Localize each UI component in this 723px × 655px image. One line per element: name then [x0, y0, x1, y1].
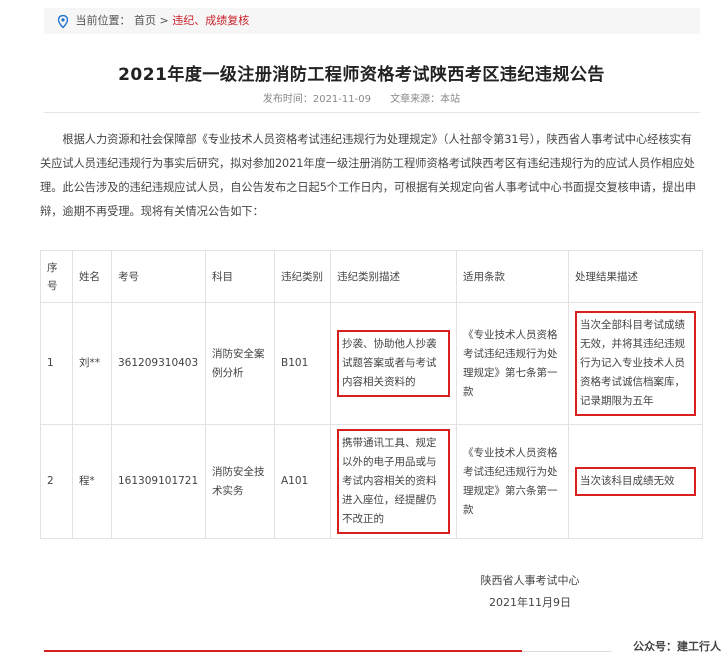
breadcrumb: 当前位置： 首页 > 违纪、成绩复核: [44, 8, 700, 34]
header-seq: 序号: [40, 250, 73, 303]
breadcrumb-prefix: 当前位置：: [75, 14, 131, 27]
highlighted-desc: 携带通讯工具、规定以外的电子用品或与考试内容相关的资料进入座位，经提醒仍不改正的: [337, 429, 450, 534]
cell-name: 刘**: [72, 302, 112, 425]
header-desc: 违纪类别描述: [330, 250, 457, 303]
table-header-row: 序号 姓名 考号 科目 违纪类别 违纪类别描述 适用条款 处理结果描述: [40, 250, 703, 303]
title-divider: [44, 112, 700, 113]
breadcrumb-home-link[interactable]: 首页: [134, 14, 156, 27]
cell-subject: 消防安全技术实务: [205, 424, 275, 539]
header-exam-no: 考号: [111, 250, 206, 303]
header-name: 姓名: [72, 250, 112, 303]
highlighted-result: 当次全部科目考试成绩无效，并将其违纪违规行为记入专业技术人员资格考试诚信档案库，…: [575, 311, 696, 416]
cell-clause: 《专业技术人员资格考试违纪违规行为处理规定》第六条第一款: [456, 424, 569, 539]
cell-seq: 1: [40, 302, 73, 425]
header-category: 违纪类别: [274, 250, 331, 303]
table-row: 1 刘** 361209310403 消防安全案例分析 B101 抄袭、协助他人…: [40, 302, 703, 425]
article-meta: 发布时间：2021-11-09 文章来源：本站: [0, 90, 723, 105]
header-clause: 适用条款: [456, 250, 569, 303]
signature-block: 陕西省人事考试中心 2021年11月9日: [455, 570, 605, 614]
gray-divider-line: [522, 651, 612, 652]
source-label: 文章来源：: [390, 94, 441, 105]
watermark-text: 公众号：建工行人: [633, 640, 721, 653]
breadcrumb-current-link[interactable]: 违纪、成绩复核: [172, 14, 249, 27]
source-info: 文章来源：本站: [390, 94, 460, 105]
cell-seq: 2: [40, 424, 73, 539]
cell-result: 当次该科目成绩无效: [568, 424, 703, 539]
cell-exam-no: 361209310403: [111, 302, 206, 425]
publish-info: 发布时间：2021-11-09: [263, 94, 371, 105]
cell-desc: 携带通讯工具、规定以外的电子用品或与考试内容相关的资料进入座位，经提醒仍不改正的: [330, 424, 457, 539]
issue-date: 2021年11月9日: [489, 596, 571, 609]
source-value: 本站: [440, 94, 461, 105]
table-row: 2 程* 161309101721 消防安全技术实务 A101 携带通讯工具、规…: [40, 424, 703, 539]
cell-category: A101: [274, 424, 331, 539]
publish-label: 发布时间：: [262, 94, 313, 105]
publish-date: 2021-11-09: [312, 94, 371, 105]
issuing-org: 陕西省人事考试中心: [480, 574, 580, 587]
cell-subject: 消防安全案例分析: [205, 302, 275, 425]
red-accent-line: [44, 650, 522, 652]
cell-result: 当次全部科目考试成绩无效，并将其违纪违规行为记入专业技术人员资格考试诚信档案库，…: [568, 302, 703, 425]
highlighted-desc: 抄袭、协助他人抄袭试题答案或者与考试内容相关资料的: [337, 330, 450, 397]
breadcrumb-separator: >: [156, 14, 173, 27]
cell-name: 程*: [72, 424, 112, 539]
header-subject: 科目: [205, 250, 275, 303]
cell-category: B101: [274, 302, 331, 425]
cell-desc: 抄袭、协助他人抄袭试题答案或者与考试内容相关资料的: [330, 302, 457, 425]
page-title: 2021年度一级注册消防工程师资格考试陕西考区违纪违规公告: [118, 65, 605, 85]
intro-paragraph: 根据人力资源和社会保障部《专业技术人员资格考试违纪违规行为处理规定》（人社部令第…: [40, 133, 696, 218]
header-result: 处理结果描述: [568, 250, 703, 303]
location-pin-icon: [58, 14, 68, 28]
cell-exam-no: 161309101721: [111, 424, 206, 539]
highlighted-result: 当次该科目成绩无效: [575, 467, 696, 496]
violation-table: 序号 姓名 考号 科目 违纪类别 违纪类别描述 适用条款 处理结果描述 1 刘*…: [40, 250, 703, 539]
cell-clause: 《专业技术人员资格考试违纪违规行为处理规定》第七条第一款: [456, 302, 569, 425]
